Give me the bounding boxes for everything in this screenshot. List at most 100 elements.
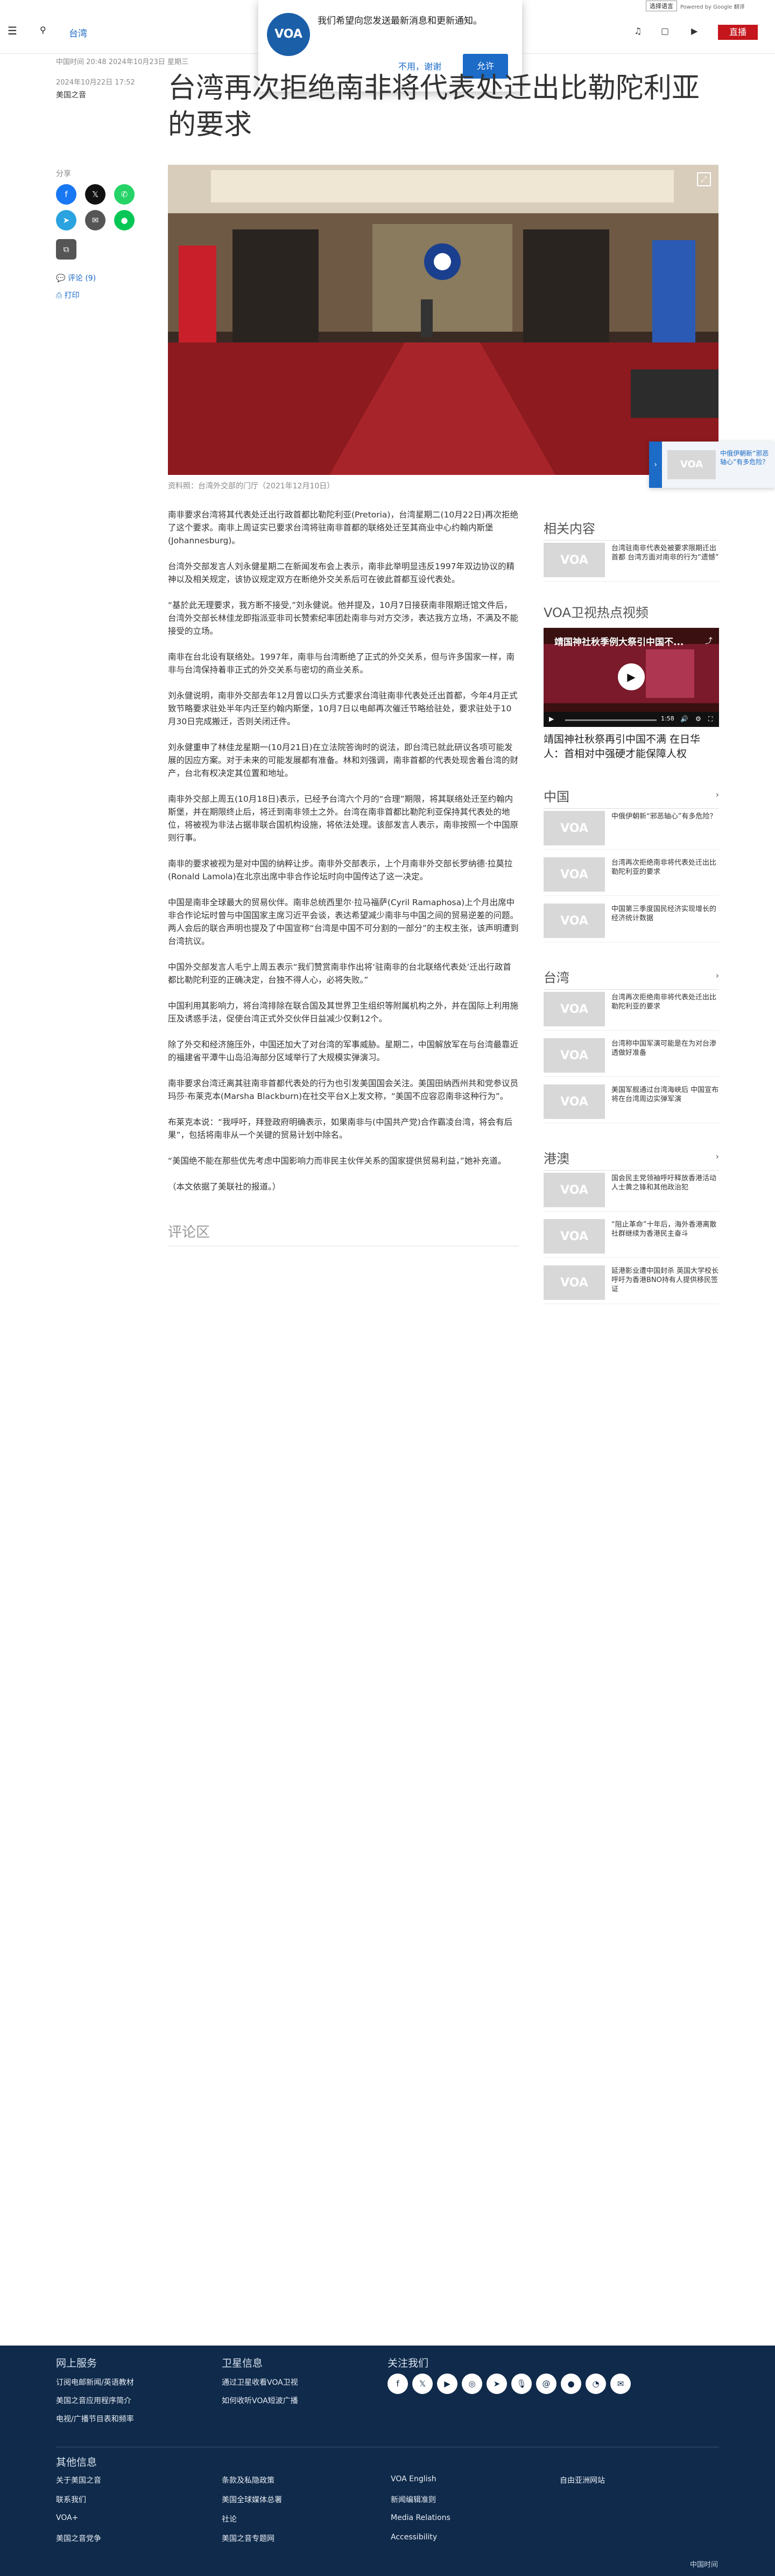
china-heading[interactable]: 中国 › xyxy=(544,786,719,809)
facebook-icon[interactable]: f xyxy=(56,184,76,205)
floater-text: 中俄伊朝新“邪恶轴心”有多危险？ xyxy=(720,450,769,466)
list-item[interactable]: VOA 国会民主党领袖呼吁释放香港活动人士黄之锋和其他政治犯 xyxy=(544,1171,719,1212)
instagram-icon[interactable]: ◎ xyxy=(462,2374,482,2394)
section-link[interactable]: 台湾 xyxy=(69,26,87,39)
chevron-right-icon: › xyxy=(715,789,719,800)
paragraph: 台湾外交部发言人刘永健星期二在新闻发布会上表示，南非此举明显违反1997年双边协… xyxy=(168,562,515,584)
list-item[interactable]: VOA “阻止革命”十年后，海外香港离散社群继续为香港民主奋斗 xyxy=(544,1217,719,1258)
volume-icon[interactable]: 🔊 xyxy=(680,715,688,723)
related-item[interactable]: VOA 台湾驻南非代表处被要求限期迁出首都 台湾方面对南非的行为“遗憾” xyxy=(544,541,719,582)
headphones-icon[interactable]: ♫ xyxy=(634,26,642,36)
video-icon[interactable]: ▶ xyxy=(691,26,698,36)
video-heading-label: VOA卫视热点视频 xyxy=(544,605,649,620)
x-icon[interactable]: 𝕏 xyxy=(85,184,105,205)
list-item[interactable]: VOA 台湾再次拒绝南非将代表处迁出比勒陀利亚的要求 xyxy=(544,990,719,1031)
whatsapp-icon[interactable]: ✆ xyxy=(114,184,135,205)
footer-link[interactable]: 美国之音专题网 xyxy=(222,2533,274,2544)
search-icon[interactable]: ⚲ xyxy=(40,25,52,37)
x-icon[interactable]: 𝕏 xyxy=(412,2374,433,2394)
video-player[interactable]: 靖国神社秋季例大祭引中国不... ⤴ ▶ ▶ 1:58 🔊 ⚙ ⛶ xyxy=(544,628,719,727)
list-item[interactable]: VOA 美国军舰通过台湾海峡后 中国宣布将在台湾周边实弹军演 xyxy=(544,1082,719,1123)
footer-bottom-text: 中国时间 xyxy=(690,2561,718,2569)
paragraph: 中国利用其影响力，将台湾排除在联合国及其世界卫生组织等附属机构之外，并在国际上利… xyxy=(168,1001,519,1024)
comments-link[interactable]: 💬 评论 (9) xyxy=(56,272,96,283)
newsletter-icon[interactable]: ✉ xyxy=(610,2374,631,2394)
footer-link[interactable]: 美国全球媒体总署 xyxy=(222,2494,282,2505)
paragraph: 南非在台北设有联络处。1997年，南非与台湾断绝了正式的外交关系，但与许多国家一… xyxy=(168,652,515,675)
voa-thumb: VOA xyxy=(544,904,605,938)
footer-link[interactable]: Media Relations xyxy=(391,2514,450,2522)
play-small-icon[interactable]: ▶ xyxy=(549,715,554,723)
online-heading: 网上服务 xyxy=(56,2357,97,2369)
related-heading-label: 相关内容 xyxy=(544,521,595,536)
language-select[interactable]: 选择语言 xyxy=(646,1,677,11)
list-item[interactable]: VOA 中俄伊朝新“邪恶轴心”有多危险？ xyxy=(544,809,719,850)
paragraph: 中国外交部发言人毛宁上周五表示“我们赞赏南非作出将‘驻南非的台北联络代表处’迁出… xyxy=(168,962,511,985)
paragraph: （本文依据了美联社的报道。） xyxy=(168,1182,281,1192)
list-item[interactable]: VOA 中国第三季度国民经济实现增长的经济统计数据 xyxy=(544,901,719,942)
footer-link[interactable]: 社论 xyxy=(222,2514,237,2524)
threads-icon[interactable]: @ xyxy=(536,2374,556,2394)
rss-icon[interactable]: ◔ xyxy=(586,2374,606,2394)
copy-link-icon[interactable]: ⧉ xyxy=(56,239,76,260)
page-title: 台湾再次拒绝南非将代表处迁出比勒陀利亚的要求 xyxy=(168,72,700,141)
footer-link[interactable]: 条款及私隐政策 xyxy=(222,2475,274,2486)
list-item[interactable]: VOA 延港影业遭中国封杀 英国大学校长呼吁为香港BNO持有人提供移民签证 xyxy=(544,1263,719,1304)
live-button[interactable]: 直播 xyxy=(718,25,758,40)
voa-thumb: VOA xyxy=(544,543,605,577)
lobby-illustration xyxy=(168,165,718,475)
podcast-icon[interactable]: 🎙 xyxy=(511,2374,532,2394)
line-icon[interactable]: ● xyxy=(114,210,135,230)
list-item[interactable]: VOA 台湾再次拒绝南非将代表处迁出比勒陀利亚的要求 xyxy=(544,855,719,896)
footer-link[interactable]: VOA English xyxy=(391,2475,436,2483)
list-item-text: “阻止革命”十年后，海外香港离散社群继续为香港民主奋斗 xyxy=(611,1221,717,1238)
list-item[interactable]: VOA 台湾称中国军演可能是在为对台渗透做好准备 xyxy=(544,1036,719,1077)
comments-link-label: 评论 (9) xyxy=(67,274,96,283)
footer-link[interactable]: 关于美国之音 xyxy=(56,2475,101,2486)
voa-thumb: VOA xyxy=(544,1084,605,1119)
other-heading: 其他信息 xyxy=(56,2456,97,2468)
footer-link[interactable]: 订阅电邮新闻/英语教材 xyxy=(56,2377,134,2388)
video-caption[interactable]: 靖国神社秋祭再引中国不满 在日华人：首相对中强硬才能保障人权 xyxy=(544,732,719,761)
footer-link[interactable]: 新闻编辑准则 xyxy=(391,2494,436,2505)
expand-icon[interactable]: ⤢ xyxy=(697,172,711,186)
hk-heading[interactable]: 港澳 › xyxy=(544,1148,719,1171)
facebook-icon[interactable]: f xyxy=(388,2374,408,2394)
footer-link[interactable]: 如何收听VOA短波广播 xyxy=(222,2395,298,2406)
tv-icon[interactable]: ▢ xyxy=(661,26,669,36)
paragraph: 刘永健说明，南非外交部去年12月曾以口头方式要求台湾驻南非代表处迁出首都，今年4… xyxy=(168,691,518,726)
footer-link[interactable]: VOA+ xyxy=(56,2514,78,2522)
print-link[interactable]: ⎙ 打印 xyxy=(56,290,80,300)
list-item-text: 中国第三季度国民经济实现增长的经济统计数据 xyxy=(611,905,717,922)
line-icon[interactable]: ● xyxy=(561,2374,581,2394)
footer-link[interactable]: 自由亚洲网站 xyxy=(560,2475,605,2486)
site-footer: 网上服务 订阅电邮新闻/英语教材 美国之音应用程序简介 电视/广播节目表和频率 … xyxy=(0,2346,775,2576)
author[interactable]: 美国之音 xyxy=(56,89,86,100)
footer-link[interactable]: 电视/广播节目表和频率 xyxy=(56,2413,134,2424)
taiwan-heading[interactable]: 台湾 › xyxy=(544,967,719,990)
share-icon[interactable]: ⤴ xyxy=(705,635,713,646)
menu-icon[interactable]: ☰ xyxy=(8,25,19,37)
paragraph: 南非外交部上周五(10月18日)表示，已经予台湾六个月的“合理”期限，将其联络处… xyxy=(168,794,519,843)
settings-icon[interactable]: ⚙ xyxy=(695,715,701,723)
taiwan-heading-label: 台湾 xyxy=(544,970,569,985)
footer-link[interactable]: Accessibility xyxy=(391,2533,437,2542)
play-icon[interactable]: ▶ xyxy=(618,663,645,690)
voa-thumb: VOA xyxy=(544,992,605,1026)
email-icon[interactable]: ✉ xyxy=(85,210,105,230)
image-caption: 资料照：台湾外交部的门厅（2021年12月10日） xyxy=(168,482,335,491)
telegram-icon[interactable]: ➤ xyxy=(56,210,76,230)
list-item-text: 美国军舰通过台湾海峡后 中国宣布将在台湾周边实弹军演 xyxy=(611,1086,719,1103)
china-heading-label: 中国 xyxy=(544,789,569,804)
footer-link[interactable]: 美国之音党争 xyxy=(56,2533,101,2544)
footer-link[interactable]: 通过卫星收看VOA卫视 xyxy=(222,2377,298,2388)
telegram-icon[interactable]: ➤ xyxy=(487,2374,507,2394)
arrow-right-icon[interactable]: › xyxy=(649,442,662,488)
youtube-icon[interactable]: ▶ xyxy=(437,2374,457,2394)
footer-link[interactable]: 联系我们 xyxy=(56,2494,86,2505)
footer-link[interactable]: 美国之音应用程序简介 xyxy=(56,2395,131,2406)
voa-thumb: VOA xyxy=(544,857,605,892)
fullscreen-icon[interactable]: ⛶ xyxy=(708,715,713,723)
progress-track[interactable] xyxy=(565,719,657,721)
floating-recommendation[interactable]: › VOA 中俄伊朝新“邪恶轴心”有多危险？ xyxy=(649,442,775,488)
